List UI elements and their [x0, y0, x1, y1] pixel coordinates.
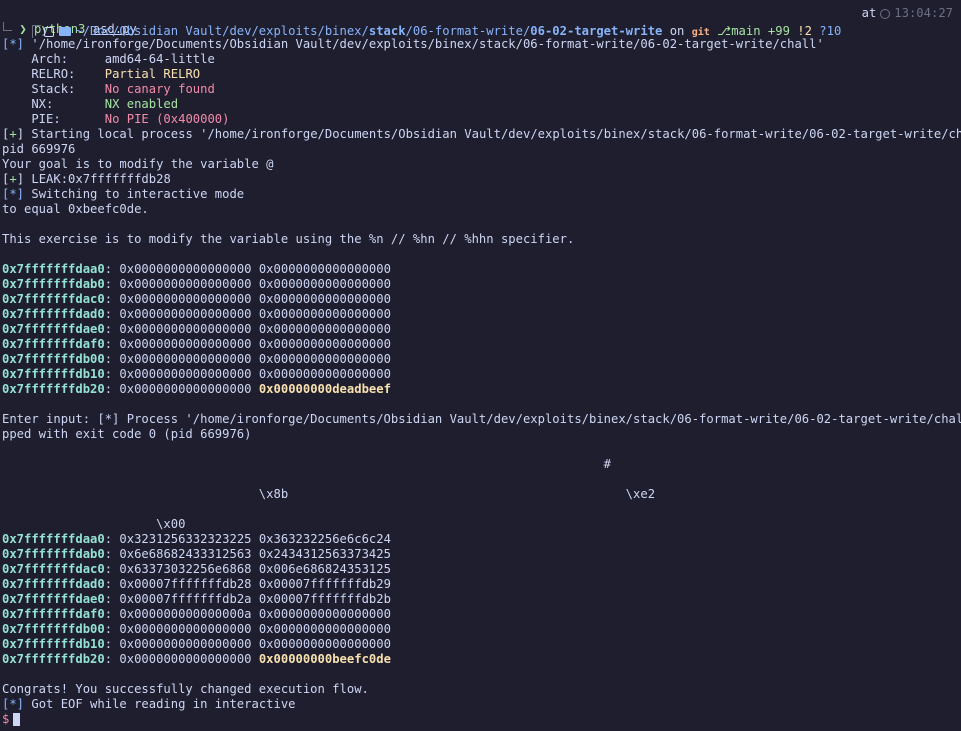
git-ahead: +99 — [767, 24, 790, 38]
git-branch: main — [731, 24, 761, 38]
leak-line: [+] LEAK:0x7fffffffdb28 — [2, 172, 171, 186]
interactive-prompt-line[interactable]: $ — [0, 712, 961, 727]
stopped-line: pped with exit code 0 (pid 669976) — [2, 427, 252, 441]
folder-icon — [59, 27, 72, 36]
on-label: on — [669, 24, 685, 38]
path-stack: stack — [368, 24, 406, 38]
eof-line: [*] Got EOF while reading in interactive — [2, 697, 296, 711]
git-icon: git — [691, 27, 710, 38]
git-branch-icon: ⎇ — [717, 24, 732, 38]
prompt-corner-icon — [32, 25, 42, 38]
dump-row: 0x7fffffffdb00: 0x0000000000000000 0x000… — [2, 622, 391, 636]
dump-row: 0x7fffffffdb10: 0x0000000000000000 0x000… — [2, 637, 391, 651]
checksec-arch: Arch: amd64-64-little — [2, 52, 215, 66]
dump-row-target: 0x7fffffffdb20: 0x0000000000000000 0x000… — [2, 382, 391, 396]
checksec-pie: PIE: No PIE (0x400000) — [2, 112, 230, 126]
congrats-line: Congrats! You successfully changed execu… — [2, 682, 369, 696]
dump-row: 0x7fffffffdaf0: 0x0000000000000000 0x000… — [2, 337, 391, 351]
prompt-time-segment: at 13:04:27 — [862, 4, 953, 22]
pid-line: pid 669976 — [2, 142, 76, 156]
dump-row: 0x7fffffffdad0: 0x00007fffffffdb28 0x000… — [2, 577, 391, 591]
dump-row: 0x7fffffffdab0: 0x0000000000000000 0x000… — [2, 277, 391, 291]
git-untracked: ?10 — [819, 24, 842, 38]
dollar-prompt: $ — [2, 712, 10, 726]
terminal-box-icon — [44, 26, 55, 37]
git-modified: !2 — [797, 24, 812, 38]
dump-row: 0x7fffffffdaf0: 0x000000000000000a 0x000… — [2, 607, 391, 621]
prompt-time: 13:04:27 — [894, 6, 953, 20]
checksec-stack: Stack: No canary found — [2, 82, 215, 96]
cursor-block[interactable] — [13, 713, 21, 726]
hash-line: # — [2, 457, 612, 471]
checksec-relro: RELRO: Partial RELRO — [2, 67, 201, 81]
starting-process-line: [+] Starting local process '/home/ironfo… — [2, 127, 961, 141]
memory-dump-before: 0x7fffffffdaa0: 0x0000000000000000 0x000… — [0, 262, 961, 397]
x8b-line: \x8b \xe2 — [2, 487, 656, 501]
switch-interactive-line: [*] Switching to interactive mode — [2, 187, 245, 201]
shell-prompt-header: ~/Doc/Obsidian Vault/dev/exploits/binex/… — [0, 4, 961, 38]
equal-line: to equal 0xbeefc0de. — [2, 202, 149, 216]
terminal-window[interactable]: ~/Doc/Obsidian Vault/dev/exploits/binex/… — [0, 4, 961, 727]
dump-row: 0x7fffffffdad0: 0x0000000000000000 0x000… — [2, 307, 391, 321]
path-prefix: ~/Doc/Obsidian Vault/dev/exploits/binex/ — [75, 24, 369, 38]
x00-line: \x00 — [2, 517, 186, 531]
path-cwd: 06-02-target-write — [530, 24, 663, 38]
dump-row: 0x7fffffffdb00: 0x0000000000000000 0x000… — [2, 352, 391, 366]
enter-input-line: Enter input: [*] Process '/home/ironforg… — [2, 412, 961, 426]
clock-icon — [880, 8, 891, 19]
dump-row: 0x7fffffffdb10: 0x0000000000000000 0x000… — [2, 367, 391, 381]
dump-row: 0x7fffffffdaa0: 0x3231256332323225 0x363… — [2, 532, 391, 546]
exercise-line: This exercise is to modify the variable … — [2, 232, 575, 246]
dump-row: 0x7fffffffdae0: 0x00007fffffffdb2a 0x000… — [2, 592, 391, 606]
goal-line: Your goal is to modify the variable @ — [2, 157, 274, 171]
memory-dump-after: 0x7fffffffdaa0: 0x3231256332323225 0x363… — [0, 532, 961, 667]
dump-row-target: 0x7fffffffdb20: 0x0000000000000000 0x000… — [2, 652, 391, 666]
dump-row: 0x7fffffffdab0: 0x6e68682433312563 0x243… — [2, 547, 391, 561]
dump-row: 0x7fffffffdaa0: 0x0000000000000000 0x000… — [2, 262, 391, 276]
dump-row: 0x7fffffffdac0: 0x63373032256e6868 0x006… — [2, 562, 391, 576]
path-mid: /06-format-write/ — [405, 24, 531, 38]
dump-row: 0x7fffffffdae0: 0x0000000000000000 0x000… — [2, 322, 391, 336]
checksec-nx: NX: NX enabled — [2, 97, 179, 111]
dump-row: 0x7fffffffdac0: 0x0000000000000000 0x000… — [2, 292, 391, 306]
at-label: at — [861, 6, 877, 20]
